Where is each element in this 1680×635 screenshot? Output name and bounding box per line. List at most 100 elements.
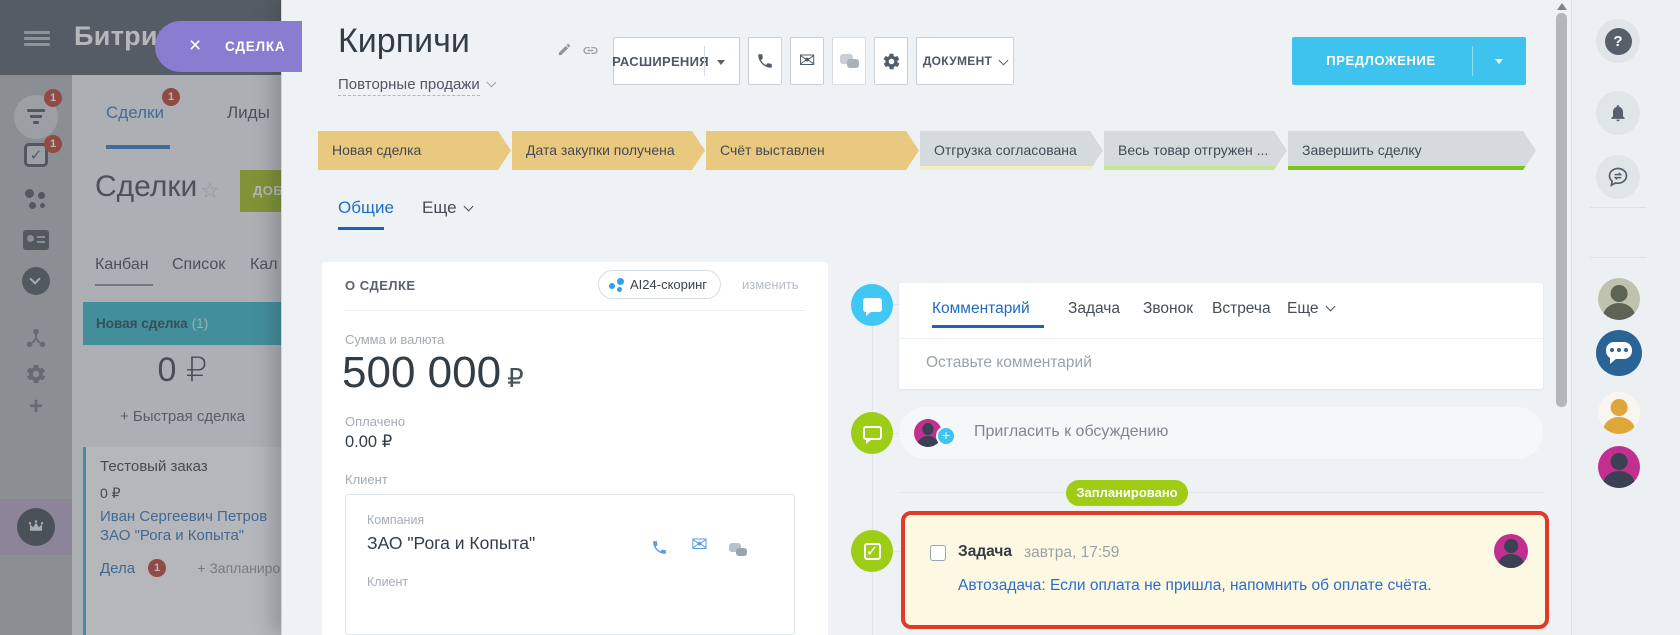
copy-link-icon[interactable]	[582, 42, 599, 64]
phone-icon	[758, 54, 772, 68]
deal-category-label: Повторные продажи	[338, 76, 480, 96]
timeline-tab-more[interactable]: Еще	[1287, 300, 1335, 318]
tab-more-label: Еще	[1287, 300, 1319, 317]
deal-amount[interactable]: 500 000 ₽	[342, 348, 524, 398]
chevron-down-icon[interactable]	[717, 60, 725, 65]
tab-more[interactable]: Еще	[422, 198, 474, 218]
deal-category-selector[interactable]: Повторные продажи	[338, 76, 497, 96]
scrollbar-up-arrow[interactable]	[1557, 3, 1567, 10]
task-icon: ✓	[851, 530, 893, 572]
currency-sign: ₽	[507, 363, 524, 393]
assistant-avatar[interactable]	[1598, 392, 1640, 434]
help-button[interactable]: ?	[1596, 19, 1640, 63]
document-label: ДОКУМЕНТ	[922, 54, 993, 68]
mail-icon: ✉	[798, 50, 816, 72]
call-button[interactable]	[748, 37, 782, 85]
divider	[899, 338, 1543, 339]
task-checkbox[interactable]	[930, 545, 946, 561]
comment-tab-underline	[932, 325, 1044, 328]
settings-button[interactable]	[874, 37, 908, 85]
planned-badge: Запланировано	[1066, 480, 1188, 506]
background-page: Битрикс24 1 ✓ 1 + Сделки 1 Лиды Сделки ☆…	[0, 0, 282, 635]
timeline-tab-comment[interactable]: Комментарий	[932, 300, 1030, 318]
timeline-tab-meeting[interactable]: Встреча	[1212, 300, 1271, 318]
proposal-button[interactable]: ПРЕДЛОЖЕНИЕ	[1292, 37, 1526, 85]
amount-label: Сумма и валюта	[345, 332, 445, 347]
messenger-sync-button[interactable]	[1596, 155, 1640, 199]
notifications-button[interactable]	[1596, 91, 1640, 135]
close-icon[interactable]: ×	[189, 34, 201, 58]
ai-scoring-button[interactable]: AI24-скоринг	[598, 270, 722, 299]
stage-goods-shipped[interactable]: Весь товар отгружен ...	[1104, 131, 1287, 170]
stage-label: Отгрузка согласована	[934, 142, 1077, 158]
divider	[1590, 207, 1646, 208]
timeline-tab-task[interactable]: Задача	[1068, 300, 1120, 318]
task-responsible-avatar[interactable]	[1494, 534, 1528, 568]
company-link[interactable]: ЗАО "Рога и Копыта"	[367, 533, 535, 554]
close-slider-button[interactable]: × СДЕЛКА	[155, 21, 302, 72]
task-type-label[interactable]: Задача	[958, 543, 1012, 561]
stage-close-deal[interactable]: Завершить сделку	[1288, 131, 1536, 170]
group-chat-icon	[1606, 342, 1632, 364]
timeline-tab-call[interactable]: Звонок	[1143, 300, 1193, 318]
stage-label: Завершить сделку	[1302, 142, 1422, 158]
extensions-label: РАСШИРЕНИЯ	[612, 53, 709, 69]
comment-icon	[851, 284, 893, 326]
comment-input[interactable]	[924, 345, 1504, 381]
contact-label: Клиент	[367, 575, 409, 589]
chevron-down-icon[interactable]	[1495, 59, 1503, 64]
stage-invoice-sent[interactable]: Счёт выставлен	[706, 131, 919, 170]
extensions-button[interactable]: РАСШИРЕНИЯ	[612, 37, 740, 85]
task-due-date: завтра, 17:59	[1024, 544, 1120, 561]
client-mail-icon[interactable]: ✉	[691, 535, 708, 555]
stage-label: Весь товар отгружен ...	[1118, 142, 1269, 158]
ai-scoring-icon	[608, 277, 624, 293]
divider	[1590, 257, 1646, 258]
chat-icon	[839, 53, 859, 69]
ai-scoring-label: AI24-скоринг	[630, 277, 708, 292]
split-divider	[704, 46, 705, 76]
scrollbar-thumb[interactable]	[1556, 13, 1567, 407]
messenger-sync-icon	[1608, 167, 1628, 187]
tab-general-underline	[338, 227, 384, 230]
stage-new-deal[interactable]: Новая сделка	[318, 131, 511, 170]
tab-more-label: Еще	[422, 198, 457, 217]
close-pill-label: СДЕЛКА	[225, 39, 286, 54]
client-label: Клиент	[345, 472, 388, 487]
paid-value: 0.00 ₽	[345, 433, 393, 451]
about-deal-card: О СДЕЛКЕ AI24-скоринг изменить Сумма и в…	[322, 262, 828, 635]
group-chat-avatar[interactable]	[1596, 330, 1642, 376]
tab-general[interactable]: Общие	[338, 198, 394, 218]
edit-link[interactable]: изменить	[742, 277, 799, 292]
chat-button[interactable]	[832, 37, 866, 85]
gear-icon	[883, 53, 899, 69]
highlighted-task-card[interactable]: Задача завтра, 17:59 Автозадача: Если оп…	[901, 511, 1549, 629]
dim-overlay	[0, 0, 282, 635]
bell-icon	[1611, 105, 1625, 122]
paid-label: Оплачено	[345, 414, 406, 429]
employee-avatar[interactable]	[1598, 446, 1640, 488]
client-chat-icon[interactable]	[729, 543, 748, 558]
company-label: Компания	[367, 513, 425, 527]
edit-title-icon[interactable]	[557, 42, 572, 62]
invite-discussion-button[interactable]: + Пригласить к обсуждению	[899, 407, 1543, 459]
email-button[interactable]: ✉	[790, 37, 824, 85]
stage-shipping-approved[interactable]: Отгрузка согласована	[920, 131, 1103, 170]
bitrix24-crm-screen: Битрикс24 1 ✓ 1 + Сделки 1 Лиды Сделки ☆…	[0, 0, 1680, 635]
client-call-icon[interactable]	[651, 539, 668, 561]
discussion-icon	[851, 412, 893, 454]
invite-label: Пригласить к обсуждению	[974, 423, 1169, 440]
client-box: Компания ЗАО "Рога и Копыта" ✉ Клиент	[345, 494, 795, 635]
divider	[899, 492, 1543, 493]
timeline-line	[872, 305, 873, 635]
help-icon: ?	[1604, 27, 1632, 55]
deal-title[interactable]: Кирпичи	[338, 22, 470, 61]
stage-purchase-date[interactable]: Дата закупки получена	[512, 131, 705, 170]
divider	[345, 310, 805, 311]
document-button[interactable]: ДОКУМЕНТ	[916, 37, 1014, 85]
proposal-label: ПРЕДЛОЖЕНИЕ	[1326, 53, 1436, 68]
comment-card: Комментарий Задача Звонок Встреча Еще	[899, 283, 1543, 389]
task-text-link[interactable]: Автозадача: Если оплата не пришла, напом…	[958, 577, 1432, 595]
user-photo-avatar[interactable]	[1598, 278, 1640, 320]
about-heading: О СДЕЛКЕ	[345, 278, 416, 293]
